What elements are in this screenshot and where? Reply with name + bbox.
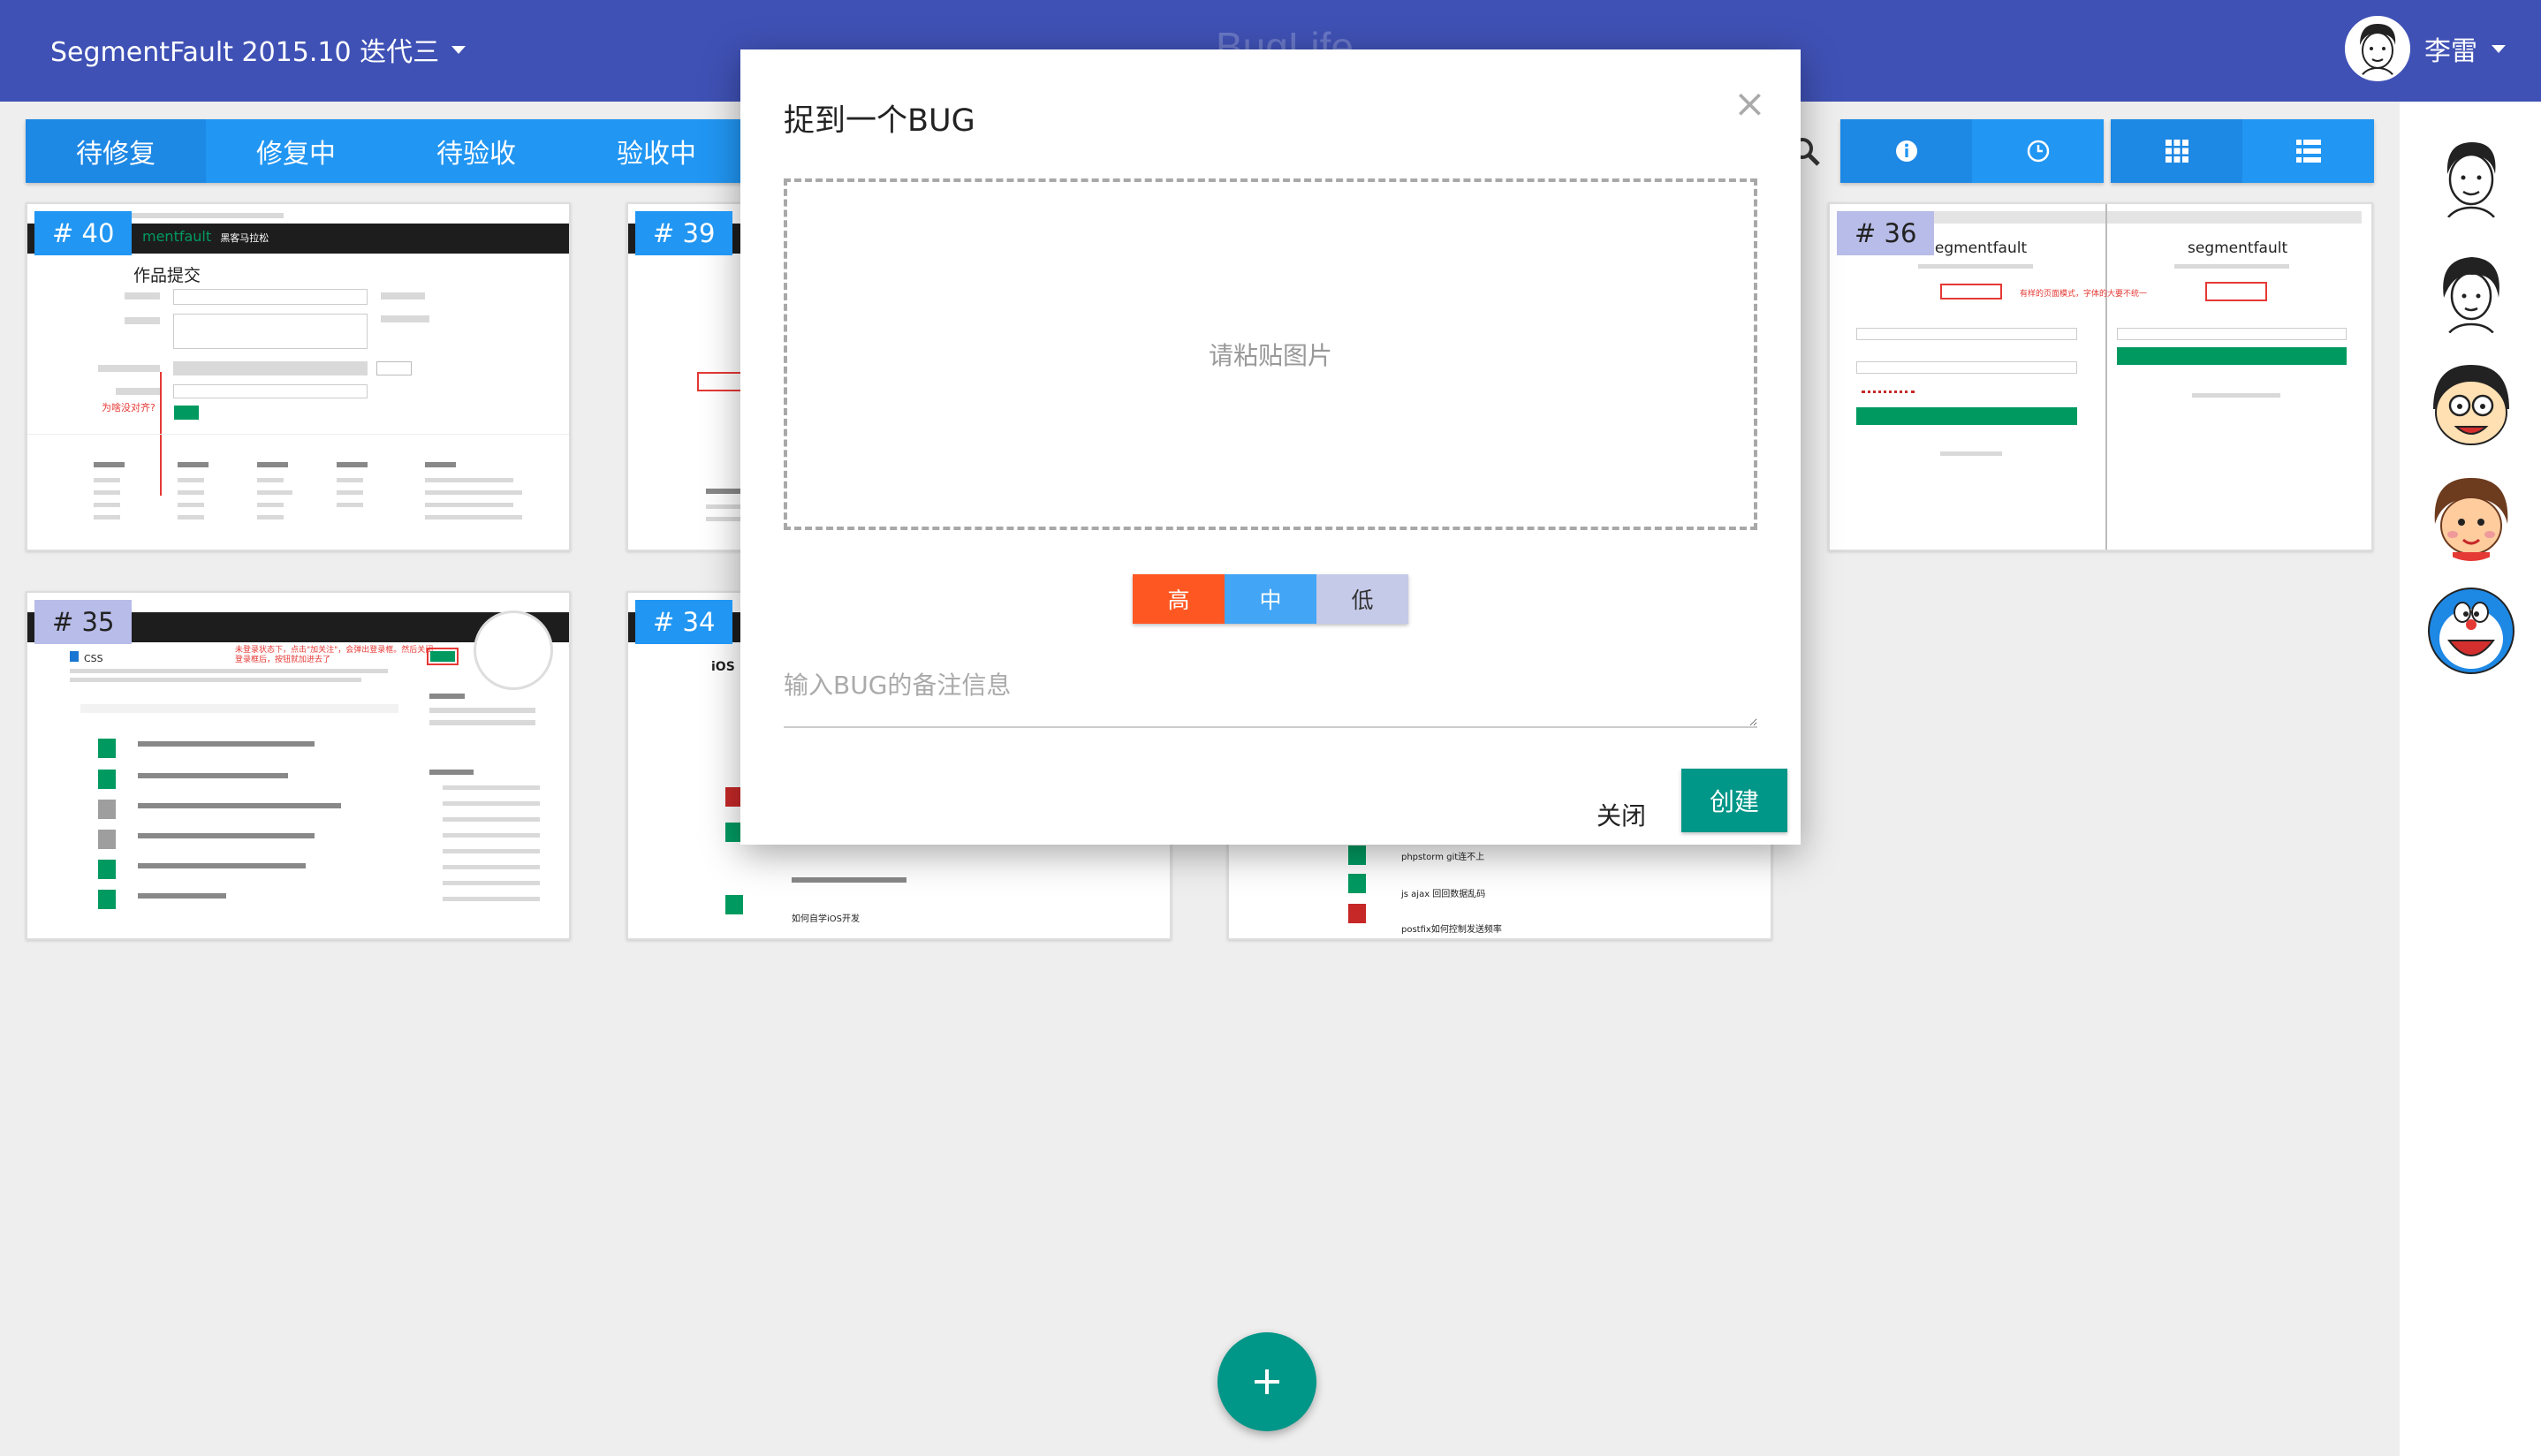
dialog-title: 捉到一个BUG — [784, 103, 975, 139]
priority-high-button[interactable]: 高 — [1133, 574, 1225, 624]
bug-id-badge: # 34 — [635, 600, 733, 644]
bug-id-badge: # 40 — [34, 211, 133, 255]
close-button[interactable]: 关闭 — [1573, 783, 1670, 846]
paste-hint: 请粘贴图片 — [1208, 341, 1332, 370]
create-bug-dialog: 捉到一个BUG × 请粘贴图片 高 中 低 关闭 创建 — [740, 49, 1801, 845]
close-icon[interactable]: × — [1733, 85, 1766, 124]
priority-selector: 高 中 低 — [1133, 574, 1408, 624]
priority-low-button[interactable]: 低 — [1316, 574, 1408, 624]
bug-id-badge: # 35 — [34, 600, 133, 644]
priority-medium-button[interactable]: 中 — [1225, 574, 1316, 624]
bug-note-input[interactable] — [784, 656, 1757, 728]
bug-id-badge: # 36 — [1837, 211, 1935, 255]
bug-id-badge: # 39 — [635, 211, 733, 255]
create-button[interactable]: 创建 — [1681, 769, 1787, 832]
image-paste-area[interactable]: 请粘贴图片 — [784, 178, 1757, 530]
